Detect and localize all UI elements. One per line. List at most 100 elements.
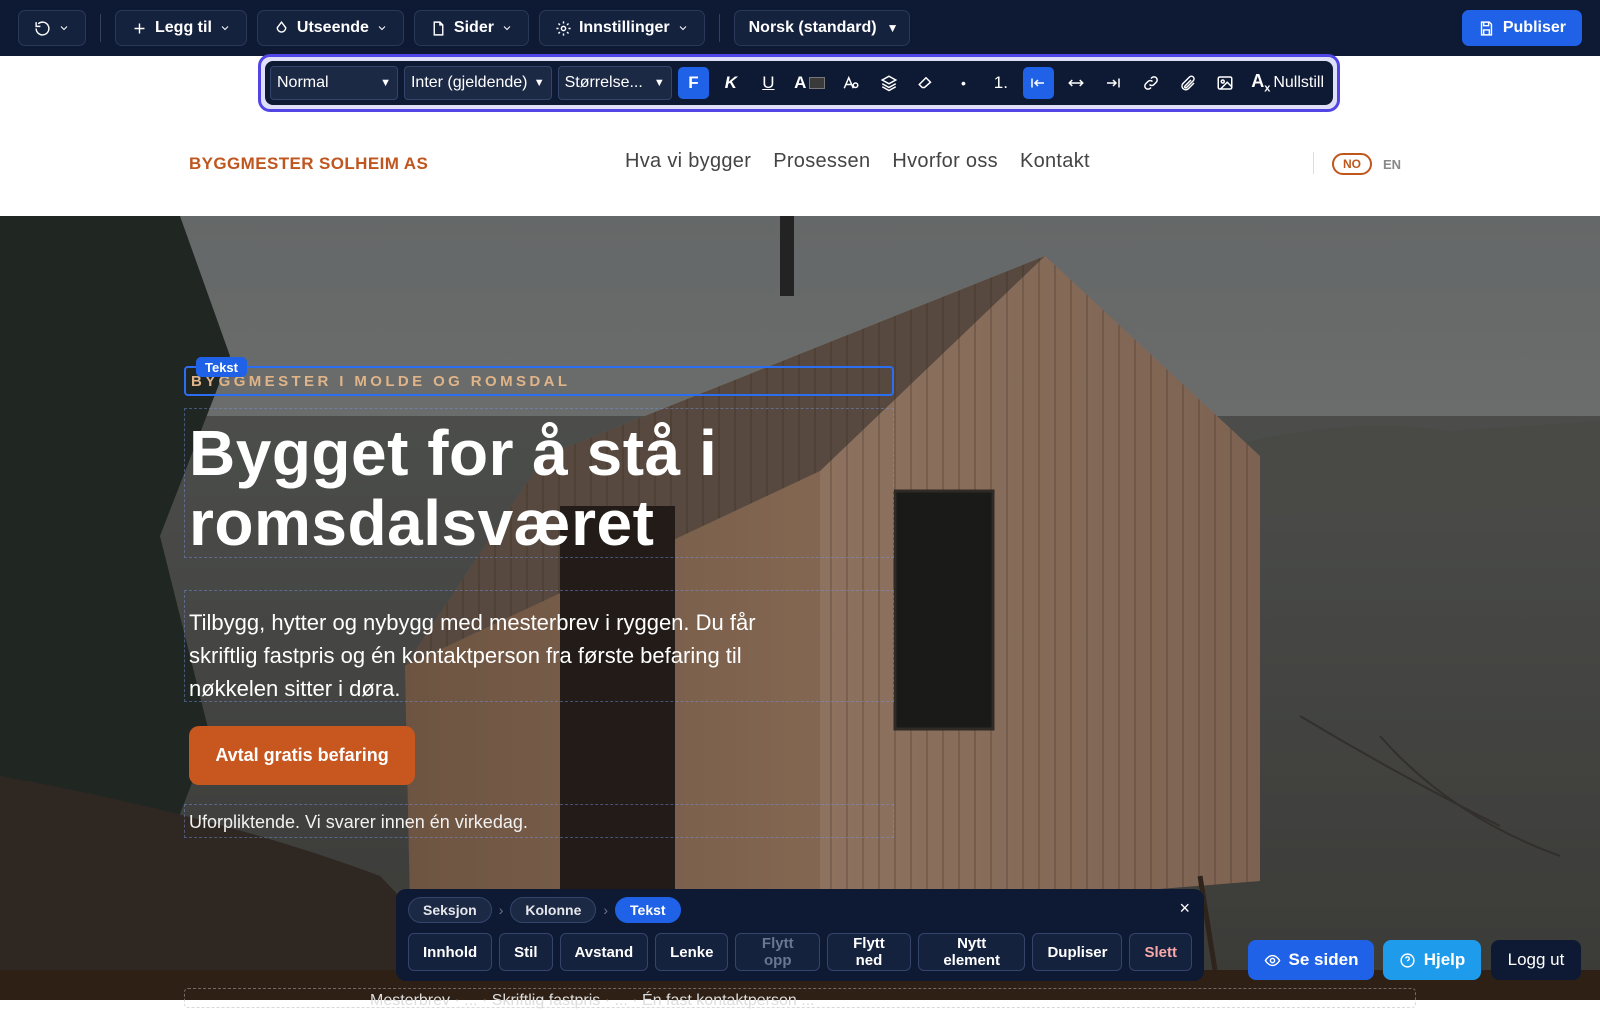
spacing-button[interactable]: Avstand (559, 933, 649, 971)
publish-label: Publiser (1502, 19, 1566, 36)
content-button[interactable]: Innhold (408, 933, 493, 971)
element-breadcrumb: Seksjon › Kolonne › Tekst (408, 897, 1192, 923)
toolbar-divider (100, 14, 101, 42)
hero-heading[interactable]: Bygget for å stå i romsdalsværet (189, 418, 869, 558)
droplet-icon (276, 20, 287, 33)
chevron-down-icon: ▼ (653, 77, 665, 89)
crumb-section[interactable]: Seksjon (408, 897, 492, 923)
link-icon[interactable] (1135, 67, 1166, 99)
view-site-button[interactable]: Se siden (1248, 940, 1374, 980)
hero-lead[interactable]: Tilbygg, hytter og nybygg med mesterbrev… (189, 606, 789, 705)
block-style-value: Normal (277, 74, 329, 91)
nav-link[interactable]: Prosessen (773, 150, 870, 173)
book-inspection-button[interactable]: Avtal gratis befaring (189, 726, 415, 785)
image-icon[interactable] (1210, 67, 1241, 99)
font-value: Inter (gjeldende) (410, 74, 528, 91)
chevron-down-icon: ▼ (380, 77, 391, 89)
nav-link[interactable]: Kontakt (1020, 150, 1090, 173)
ordered-list-button[interactable]: 1. (985, 67, 1016, 99)
file-icon (433, 20, 444, 36)
lang-no-toggle[interactable]: NO (1332, 153, 1372, 175)
chevron-down-icon: ▼ (533, 77, 545, 89)
style-button[interactable]: Stil (499, 933, 553, 971)
clear-format-button[interactable]: Ax Nullstill (1247, 67, 1328, 99)
publish-button[interactable]: Publiser (1461, 10, 1582, 46)
crumb-text[interactable]: Tekst (615, 897, 681, 923)
eye-icon (1264, 954, 1280, 966)
undo-icon (35, 20, 50, 36)
chevron-right-icon: › (603, 902, 609, 918)
delete-button[interactable]: Slett (1129, 933, 1192, 971)
new-element-button[interactable]: Nytt element (917, 933, 1026, 971)
editor-topbar: Legg til Utseende Sider Innstillinger No… (0, 0, 1600, 56)
layers-icon[interactable] (873, 67, 904, 99)
element-panel: Seksjon › Kolonne › Tekst × Innhold Stil… (396, 889, 1204, 981)
eraser-icon[interactable] (910, 67, 941, 99)
duplicate-button[interactable]: Dupliser (1032, 933, 1123, 971)
text-style-icon[interactable] (835, 67, 866, 99)
chevron-down-icon (503, 26, 511, 31)
undo-button[interactable] (18, 10, 86, 46)
appearance-label: Utseende (296, 19, 369, 36)
chevron-down-icon (60, 26, 68, 31)
trust-strip-text: Mesterbrev · ... · Skriftlig fastpris · … (370, 992, 815, 1009)
block-style-select[interactable]: Normal ▼ (270, 66, 398, 100)
crumb-column[interactable]: Kolonne (510, 897, 597, 923)
site-nav: Hva vi bygger Prosessen Hvorfor oss Kont… (625, 150, 1090, 173)
text-color-label: A (794, 73, 807, 92)
add-label: Legg til (155, 19, 212, 36)
element-actions: Innhold Stil Avstand Lenke Flytt opp Fly… (408, 933, 1192, 971)
appearance-button[interactable]: Utseende (256, 10, 404, 46)
help-label: Hjelp (1423, 950, 1466, 969)
plus-icon (134, 23, 145, 33)
move-down-button[interactable]: Flytt ned (827, 933, 911, 971)
link-button[interactable]: Lenke (655, 933, 729, 971)
pages-label: Sider (453, 19, 494, 36)
lang-en-toggle[interactable]: EN (1383, 157, 1401, 172)
toolbar-divider (718, 14, 720, 42)
help-circle-icon (1400, 952, 1415, 968)
language-select[interactable]: Norsk (standard) ▼ (733, 10, 910, 46)
help-button[interactable]: Hjelp (1383, 940, 1481, 980)
add-button[interactable]: Legg til (115, 10, 247, 46)
site-header: BYGGMESTER SOLHEIM AS Hva vi bygger Pros… (0, 112, 1600, 216)
clear-format-icon: Ax (1251, 71, 1271, 95)
bullet-list-icon[interactable]: • (948, 67, 979, 99)
language-select-value: Norsk (standard) (748, 19, 877, 36)
gear-icon (556, 20, 571, 36)
header-divider (1313, 152, 1314, 174)
underline-button[interactable]: U (753, 67, 784, 99)
settings-label: Innstillinger (578, 19, 670, 36)
paperclip-icon[interactable] (1172, 67, 1203, 99)
selected-element-tag: Tekst (196, 357, 247, 377)
close-icon[interactable]: × (1179, 898, 1190, 919)
save-icon (1480, 20, 1493, 36)
size-select[interactable]: Størrelse... ▼ (557, 66, 672, 100)
pages-button[interactable]: Sider (413, 10, 529, 46)
size-value: Størrelse... (564, 74, 643, 91)
font-select[interactable]: Inter (gjeldende) ▼ (403, 66, 552, 100)
site-logo[interactable]: BYGGMESTER SOLHEIM AS (189, 154, 428, 174)
align-left-icon[interactable] (1022, 67, 1055, 99)
chevron-down-icon (679, 26, 686, 31)
align-right-icon[interactable] (1097, 67, 1128, 99)
nav-link[interactable]: Hva vi bygger (625, 150, 751, 173)
color-swatch (809, 77, 826, 89)
settings-button[interactable]: Innstillinger (538, 10, 705, 46)
bold-button[interactable]: F (677, 67, 710, 99)
clear-format-label: Nullstill (1273, 74, 1324, 91)
hero-eyebrow-text[interactable]: BYGGMESTER I MOLDE OG ROMSDAL (184, 366, 894, 396)
text-color-button[interactable]: A (790, 67, 829, 99)
hero-section (0, 216, 1600, 970)
align-center-icon[interactable] (1060, 67, 1091, 99)
nav-link[interactable]: Hvorfor oss (892, 150, 998, 173)
move-up-button[interactable]: Flytt opp (735, 933, 821, 971)
chevron-down-icon (378, 26, 386, 31)
chevron-down-icon: ▼ (886, 21, 899, 35)
italic-button[interactable]: K (715, 67, 746, 99)
view-site-label: Se siden (1288, 950, 1359, 969)
rich-text-toolbar: Normal ▼ Inter (gjeldende) ▼ Størrelse..… (258, 54, 1340, 112)
chevron-right-icon: › (498, 902, 504, 918)
hero-note[interactable]: Uforpliktende. Vi svarer innen én virked… (189, 812, 528, 833)
logout-button[interactable]: Logg ut (1491, 940, 1581, 980)
